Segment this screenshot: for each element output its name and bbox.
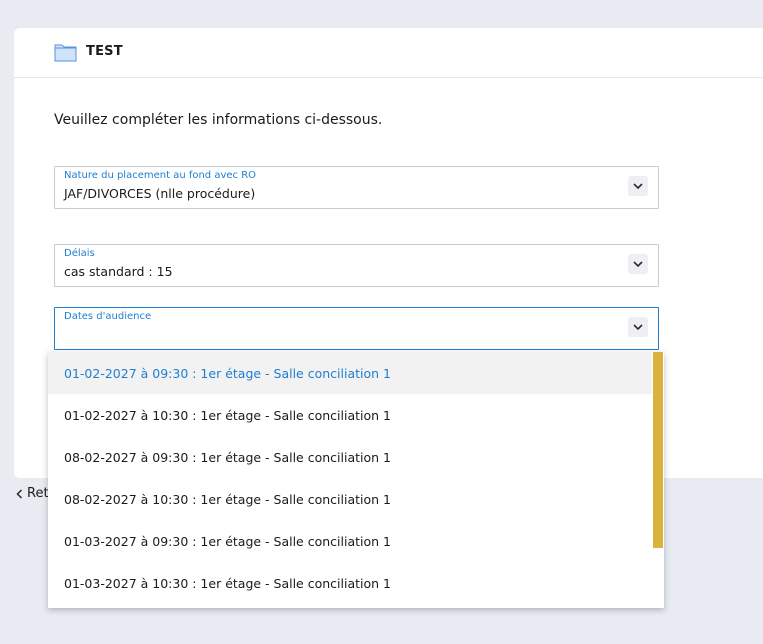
delais-label: Délais: [64, 248, 95, 259]
card-header: TEST: [14, 28, 763, 78]
back-link-label: Ret: [27, 486, 49, 501]
delais-value: cas standard : 15: [64, 264, 173, 279]
dates-audience-select[interactable]: Dates d'audience: [54, 307, 659, 350]
delais-select[interactable]: Délais cas standard : 15: [54, 244, 659, 287]
dates-audience-label: Dates d'audience: [64, 311, 152, 322]
dropdown-scrollbar[interactable]: [653, 352, 663, 548]
chevron-down-icon[interactable]: [628, 176, 648, 196]
intro-text: Veuillez compléter les informations ci-d…: [54, 112, 383, 128]
dropdown-option[interactable]: 01-03-2027 à 10:30 : 1er étage - Salle c…: [48, 562, 652, 604]
folder-icon: [54, 44, 77, 62]
chevron-left-icon: [16, 488, 23, 499]
nature-placement-select[interactable]: Nature du placement au fond avec RO JAF/…: [54, 166, 659, 209]
nature-placement-label: Nature du placement au fond avec RO: [64, 170, 257, 181]
dates-dropdown-list: 01-02-2027 à 09:30 : 1er étage - Salle c…: [48, 352, 664, 608]
dropdown-option[interactable]: 01-02-2027 à 09:30 : 1er étage - Salle c…: [48, 352, 652, 394]
chevron-down-icon[interactable]: [628, 317, 648, 337]
dropdown-option[interactable]: 08-02-2027 à 10:30 : 1er étage - Salle c…: [48, 478, 652, 520]
dropdown-option[interactable]: 01-03-2027 à 09:30 : 1er étage - Salle c…: [48, 520, 652, 562]
page-title: TEST: [86, 44, 123, 59]
dropdown-option[interactable]: 08-02-2027 à 09:30 : 1er étage - Salle c…: [48, 436, 652, 478]
nature-placement-value: JAF/DIVORCES (nlle procédure): [64, 186, 256, 201]
chevron-down-icon[interactable]: [628, 254, 648, 274]
back-link[interactable]: Ret: [16, 486, 49, 501]
dropdown-option[interactable]: 01-02-2027 à 10:30 : 1er étage - Salle c…: [48, 394, 652, 436]
